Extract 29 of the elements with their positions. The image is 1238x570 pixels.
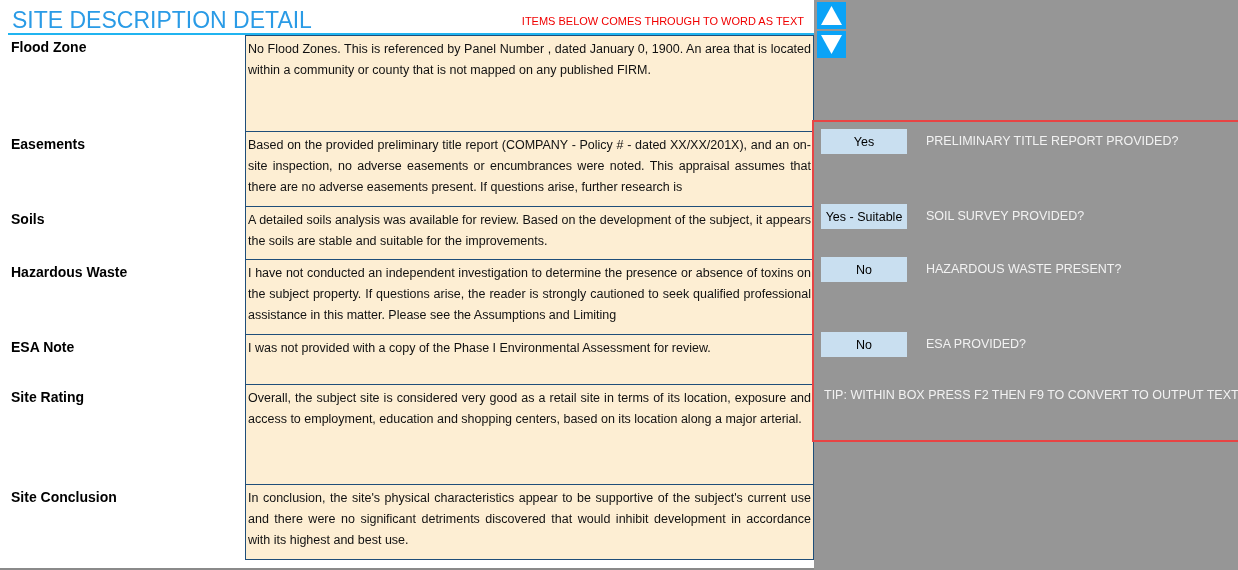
- field-label: Easements: [10, 135, 86, 154]
- page-title: SITE DESCRIPTION DETAIL: [11, 7, 312, 33]
- answer-dropdown[interactable]: Yes: [821, 129, 907, 154]
- text-box[interactable]: Based on the provided preliminary title report (COMPANY - Policy # - dated XX/XX/201X), and an on-site inspection, no adverse easements or encumbrances were noted. This appraisal assumes that there are no adverse easements present. If questions arise, further research is: [245, 132, 814, 207]
- field-label: Flood Zone: [10, 38, 88, 57]
- text-box[interactable]: I have not conducted an independent investigation to determine the presence or absence of toxins on the subject property. If questions arise, the reader is strongly cautioned to seek qualified professional assistance in this matter. Please see the Assumptions and Limiting: [245, 260, 814, 335]
- text-box[interactable]: A detailed soils analysis was available for review. Based on the development of the subject, it appears the soils are stable and suitable for the improvements.: [245, 207, 814, 260]
- answer-dropdown[interactable]: No: [821, 332, 907, 357]
- question-label: PRELIMINARY TITLE REPORT PROVIDED?: [926, 133, 1179, 150]
- field-label: Hazardous Waste: [10, 263, 129, 282]
- question-label: ESA PROVIDED?: [926, 336, 1027, 353]
- field-label: Site Rating: [10, 388, 86, 407]
- answer-dropdown[interactable]: No: [821, 257, 907, 282]
- question-label: HAZARDOUS WASTE PRESENT?: [926, 261, 1122, 278]
- question-label: SOIL SURVEY PROVIDED?: [926, 208, 1085, 225]
- field-label: Soils: [10, 210, 46, 229]
- tip-text: TIP: WITHIN BOX PRESS F2 THEN F9 TO CONVERT TO OUTPUT TEXT: [824, 388, 1238, 402]
- text-box[interactable]: I was not provided with a copy of the Phase I Environmental Assessment for review.: [245, 335, 814, 385]
- text-box[interactable]: In conclusion, the site's physical characteristics appear to be supportive of the subject's current use and there were no significant detriments discovered that would inhibit development in accordance with its highest and best use.: [245, 485, 814, 560]
- scroll-down-button[interactable]: [817, 31, 846, 58]
- answer-dropdown[interactable]: Yes - Suitable: [821, 204, 907, 229]
- up-triangle-icon: [821, 6, 842, 25]
- text-box[interactable]: No Flood Zones. This is referenced by Panel Number , dated January 0, 1900. An area that is located within a community or county that is not mapped on any published FIRM.: [245, 35, 814, 132]
- text-box[interactable]: Overall, the subject site is considered very good as a retail site in terms of its location, exposure and access to employment, education and shopping centers, based on its location along a major arterial.: [245, 385, 814, 485]
- notice-text: ITEMS BELOW COMES THROUGH TO WORD AS TEXT: [521, 15, 805, 29]
- down-triangle-icon: [821, 35, 842, 54]
- scroll-up-button[interactable]: [817, 2, 846, 29]
- field-label: ESA Note: [10, 338, 76, 357]
- field-label: Site Conclusion: [10, 488, 118, 507]
